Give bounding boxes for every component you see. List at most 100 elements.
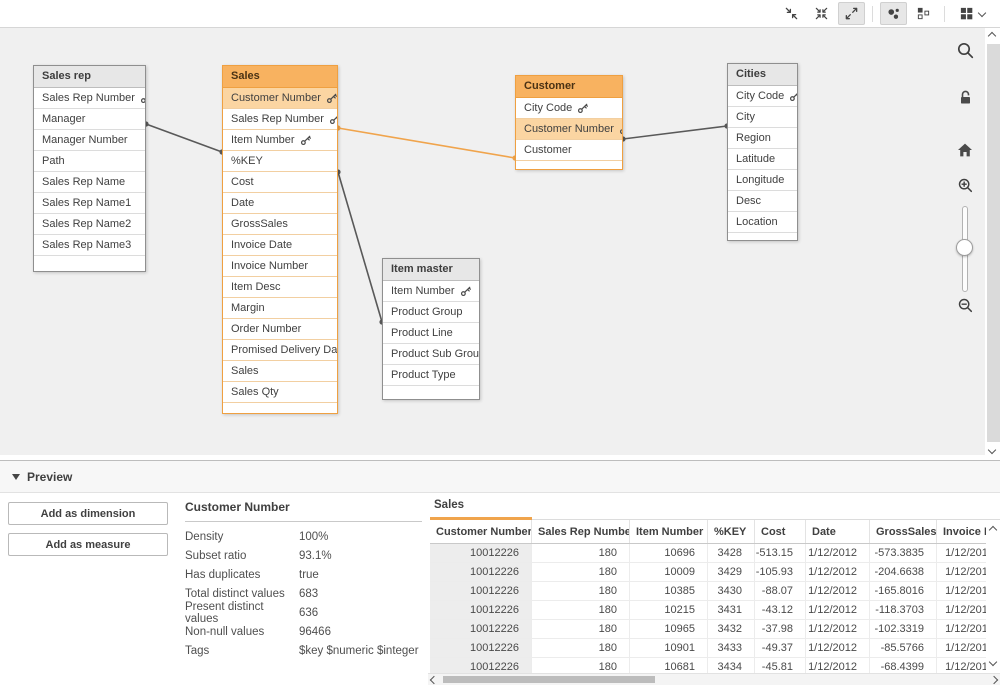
grid-cell: 1/12/2012 — [806, 563, 870, 581]
field-sales-rep-number[interactable]: Sales Rep Number — [223, 109, 337, 130]
grid-header-sales-rep-number: Sales Rep Number — [532, 520, 630, 543]
field-sales-qty[interactable]: Sales Qty — [223, 382, 337, 403]
zoom-out-button[interactable] — [954, 294, 976, 316]
zoom-slider[interactable] — [960, 206, 970, 290]
lock-toggle-button[interactable] — [954, 86, 976, 108]
field-label: Sales Rep Name3 — [42, 239, 131, 251]
field-longitude[interactable]: Longitude — [728, 170, 797, 191]
stat-value: 636 — [299, 607, 318, 619]
field-city[interactable]: City — [728, 107, 797, 128]
connection-sales-customer[interactable] — [335, 125, 517, 160]
preview-header[interactable]: Preview — [0, 461, 1000, 493]
table-empty-area — [516, 161, 622, 169]
connection-sales-item-master[interactable] — [335, 169, 384, 324]
grid-scroll-down-icon[interactable] — [989, 658, 997, 666]
field-invoice-number[interactable]: Invoice Number — [223, 256, 337, 277]
grid-scroll-right-icon[interactable] — [990, 676, 998, 684]
field-label: City — [736, 111, 755, 123]
grid-hscrollbar-thumb[interactable] — [443, 676, 655, 683]
model-table-sales-rep[interactable]: Sales repSales Rep NumberManagerManager … — [33, 65, 146, 272]
home-button[interactable] — [954, 139, 976, 161]
field-item-number[interactable]: Item Number — [223, 130, 337, 151]
show-linked-tables-button[interactable] — [808, 2, 835, 25]
field-sales[interactable]: Sales — [223, 361, 337, 382]
field-order-number[interactable]: Order Number — [223, 319, 337, 340]
collapse-all-button[interactable] — [778, 2, 805, 25]
grid-cell: -37.98 — [755, 620, 806, 638]
field-label: Sales Rep Number — [231, 113, 324, 125]
add-as-measure-button[interactable]: Add as measure — [8, 533, 168, 556]
field-product-line[interactable]: Product Line — [383, 323, 479, 344]
table-header-sales[interactable]: Sales — [223, 66, 337, 88]
scroll-down-icon[interactable] — [988, 446, 996, 454]
field-manager-number[interactable]: Manager Number — [34, 130, 145, 151]
field-latitude[interactable]: Latitude — [728, 149, 797, 170]
table-header-sales-rep[interactable]: Sales rep — [34, 66, 145, 88]
field-customer[interactable]: Customer — [516, 140, 622, 161]
field-product-type[interactable]: Product Type — [383, 365, 479, 386]
expand-all-button[interactable] — [838, 2, 865, 25]
field-customer-number[interactable]: Customer Number — [223, 88, 337, 109]
field-product-group[interactable]: Product Group — [383, 302, 479, 323]
connection-sales-rep-sales[interactable] — [143, 121, 224, 154]
field-city-code[interactable]: City Code — [728, 86, 797, 107]
field-region[interactable]: Region — [728, 128, 797, 149]
field-sales-rep-name3[interactable]: Sales Rep Name3 — [34, 235, 145, 256]
grid-cell: 1/12/2012 — [806, 582, 870, 600]
canvas-vertical-scrollbar[interactable] — [985, 28, 1000, 458]
grid-cell: -102.3319 — [870, 620, 937, 638]
connection-customer-cities[interactable] — [620, 123, 729, 141]
field-location[interactable]: Location — [728, 212, 797, 233]
field-item-number[interactable]: Item Number — [383, 281, 479, 302]
field-desc[interactable]: Desc — [728, 191, 797, 212]
field-date[interactable]: Date — [223, 193, 337, 214]
field-sales-rep-name[interactable]: Sales Rep Name — [34, 172, 145, 193]
field-grosssales[interactable]: GrossSales — [223, 214, 337, 235]
grid-row: 10012226180103853430-88.071/12/2012-165.… — [430, 582, 986, 601]
key-icon — [140, 93, 145, 104]
field-path[interactable]: Path — [34, 151, 145, 172]
field-sales-rep-name1[interactable]: Sales Rep Name1 — [34, 193, 145, 214]
field-label: Order Number — [231, 323, 301, 335]
layout-button[interactable] — [910, 2, 937, 25]
grid-horizontal-scrollbar[interactable] — [428, 673, 1000, 685]
field-sales-rep-number[interactable]: Sales Rep Number — [34, 88, 145, 109]
field-invoice-date[interactable]: Invoice Date — [223, 235, 337, 256]
grid-scroll-up-icon[interactable] — [989, 526, 997, 534]
field-margin[interactable]: Margin — [223, 298, 337, 319]
zoom-slider-thumb[interactable] — [956, 239, 973, 256]
field-city-code[interactable]: City Code — [516, 98, 622, 119]
table-header-cities[interactable]: Cities — [728, 64, 797, 86]
grid-cell: 3428 — [708, 544, 755, 562]
grid-header-grosssales: GrossSales — [870, 520, 937, 543]
field-cost[interactable]: Cost — [223, 172, 337, 193]
data-model-canvas[interactable]: Sales repSales Rep NumberManagerManager … — [0, 28, 985, 455]
field-sales-rep-name2[interactable]: Sales Rep Name2 — [34, 214, 145, 235]
canvas-scrollbar-thumb[interactable] — [987, 44, 1000, 442]
grid-scroll-left-icon[interactable] — [430, 676, 438, 684]
field-manager[interactable]: Manager — [34, 109, 145, 130]
internal-table-view-button[interactable] — [880, 2, 907, 25]
grid-cell: 180 — [532, 582, 630, 600]
add-as-dimension-button[interactable]: Add as dimension — [8, 502, 168, 525]
model-table-customer[interactable]: CustomerCity CodeCustomer NumberCustomer — [515, 75, 623, 170]
field-customer-number[interactable]: Customer Number — [516, 119, 622, 140]
field-item-desc[interactable]: Item Desc — [223, 277, 337, 298]
field-promised-delivery-date[interactable]: Promised Delivery Date — [223, 340, 337, 361]
table-header-item-master[interactable]: Item master — [383, 259, 479, 281]
model-table-sales[interactable]: SalesCustomer NumberSales Rep NumberItem… — [222, 65, 338, 414]
table-header-customer[interactable]: Customer — [516, 76, 622, 98]
grid-view-menu-button[interactable] — [952, 2, 992, 25]
field-product-sub-group[interactable]: Product Sub Group — [383, 344, 479, 365]
search-button[interactable] — [954, 39, 976, 61]
zoom-in-button[interactable] — [954, 174, 976, 196]
model-table-cities[interactable]: CitiesCity Code City RegionLatitudeLongitu… — [727, 63, 798, 241]
field-label: GrossSales — [231, 218, 288, 230]
model-table-item-master[interactable]: Item masterItem NumberProduct Group Produ… — [382, 258, 480, 400]
field-label: Product Line — [391, 327, 453, 339]
field-label: Desc — [736, 195, 761, 207]
field--key[interactable]: %KEY — [223, 151, 337, 172]
field-label: Customer Number — [524, 123, 614, 135]
stat-value: 96466 — [299, 626, 331, 638]
scroll-up-icon[interactable] — [988, 32, 996, 40]
